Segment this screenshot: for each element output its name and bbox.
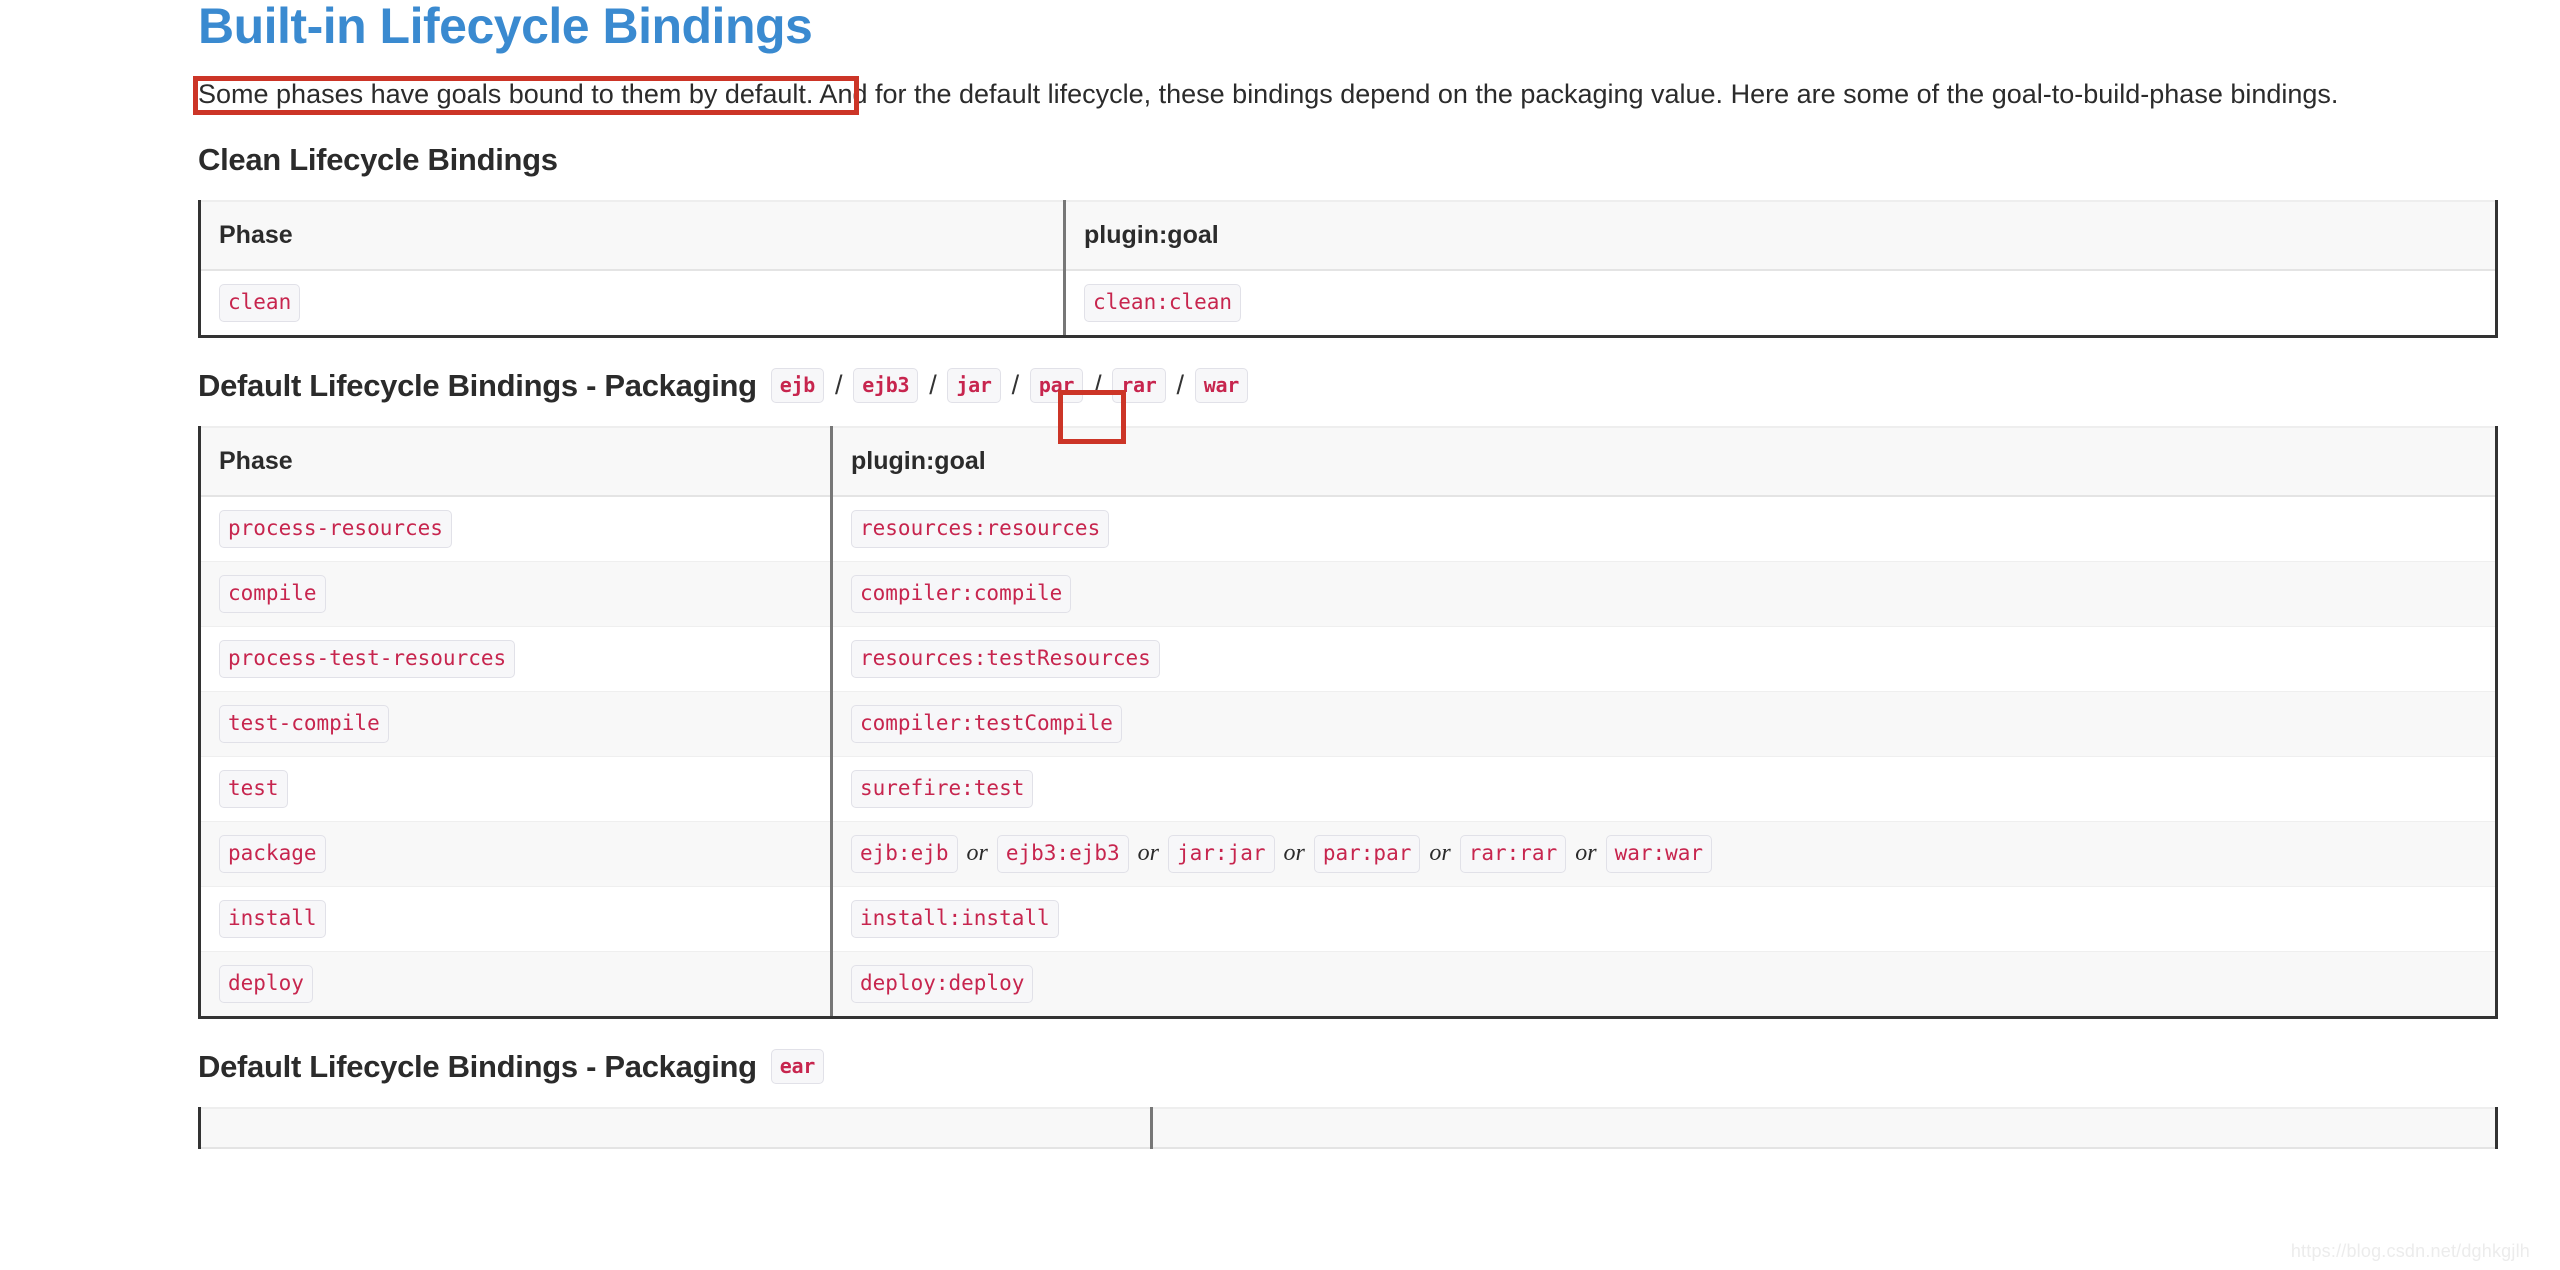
- phase-token-package[interactable]: package: [219, 834, 326, 873]
- table-row: test surefire:test: [198, 755, 2498, 822]
- packaging-token-par[interactable]: par: [1029, 368, 1084, 404]
- cell-plugin-goal: resources:resources: [830, 495, 2498, 562]
- packaging-token-rar[interactable]: rar: [1112, 368, 1166, 404]
- packaging-separator: /: [929, 370, 937, 401]
- goal-token-resources-testResources[interactable]: resources:testResources: [851, 639, 1160, 678]
- cell-phase: test: [198, 755, 832, 822]
- phase-token-process-resources[interactable]: process-resources: [219, 509, 452, 548]
- intro-rest-text: And for the default lifecycle, these bin…: [813, 78, 2339, 109]
- column-header-phase: [198, 1106, 1152, 1149]
- clean-heading-text: Clean Lifecycle Bindings: [198, 141, 558, 177]
- cell-plugin-goal: resources:testResources: [830, 625, 2498, 692]
- table-row: test-compile compiler:testCompile: [198, 690, 2498, 757]
- goal-token-surefire-test[interactable]: surefire:test: [851, 769, 1034, 808]
- intro-highlighted-text: Some phases have goals bound to them by …: [198, 78, 814, 109]
- column-header-phase: Phase: [198, 425, 832, 497]
- phase-token-test[interactable]: test: [219, 769, 288, 808]
- cell-phase: compile: [198, 560, 832, 627]
- intro-paragraph: Some phases have goals bound to them by …: [198, 53, 2500, 112]
- goal-token-par-par[interactable]: par:par: [1313, 834, 1421, 873]
- table-row: compile compiler:compile: [198, 560, 2498, 627]
- packaging-token-ejb3[interactable]: ejb3: [853, 368, 919, 404]
- column-header-plugin-goal: plugin:goal: [1063, 199, 2498, 271]
- page-title: Built-in Lifecycle Bindings: [198, 0, 813, 54]
- goal-token-deploy-deploy[interactable]: deploy:deploy: [851, 964, 1034, 1003]
- watermark-text: https://blog.csdn.net/dghkgjlh: [2290, 1241, 2530, 1261]
- goal-token-clean-clean[interactable]: clean:clean: [1084, 283, 1242, 322]
- phase-token-deploy[interactable]: deploy: [219, 964, 313, 1003]
- goal-token-ejb3-ejb3[interactable]: ejb3:ejb3: [996, 834, 1129, 873]
- cell-phase: process-resources: [198, 495, 832, 562]
- packaging-token-war[interactable]: war: [1194, 368, 1248, 404]
- phase-token-clean[interactable]: clean: [219, 283, 301, 322]
- packaging-type-list-ear: ear: [770, 1049, 825, 1085]
- document-page: Built-in Lifecycle Bindings Some phases …: [0, 0, 2560, 1270]
- table-row: process-test-resources resources:testReso…: [198, 625, 2498, 692]
- packaging-token-ear[interactable]: ear: [770, 1049, 825, 1085]
- goal-token-rar-rar[interactable]: rar:rar: [1459, 834, 1567, 873]
- column-header-plugin-goal: [1150, 1106, 2498, 1149]
- goal-or-separator: or: [1429, 840, 1451, 867]
- goal-token-compiler-compile[interactable]: compiler:compile: [851, 574, 1072, 613]
- table-header-row: Phase plugin:goal: [198, 199, 2498, 271]
- packaging-separator: /: [1011, 370, 1020, 401]
- phase-token-process-test-resources[interactable]: process-test-resources: [219, 639, 516, 678]
- table-row: package ejb:ejb or ejb3:ejb3 or jar:jar or par:…: [198, 820, 2498, 887]
- default-heading-text: Default Lifecycle Bindings - Packaging: [198, 367, 757, 403]
- table-row: process-resources resources:resources: [198, 495, 2498, 562]
- clean-bindings-table: Phase plugin:goal clean clean:clean: [198, 199, 2498, 338]
- cell-plugin-goal: compiler:compile: [830, 560, 2498, 627]
- goal-or-separator: or: [966, 840, 988, 867]
- ear-section-heading: Default Lifecycle Bindings - Packaging e…: [198, 1019, 2500, 1085]
- column-header-plugin-goal: plugin:goal: [830, 425, 2498, 497]
- default-section-heading: Default Lifecycle Bindings - Packaging e…: [198, 338, 2500, 404]
- cell-plugin-goal: install:install: [830, 885, 2498, 952]
- goal-token-ejb-ejb[interactable]: ejb:ejb: [851, 834, 958, 873]
- packaging-token-ejb[interactable]: ejb: [770, 368, 825, 404]
- packaging-separator: /: [835, 370, 843, 401]
- cell-plugin-goal: ejb:ejb or ejb3:ejb3 or jar:jar or par:par or ra…: [830, 820, 2498, 887]
- table-header-row: [198, 1106, 2498, 1149]
- phase-token-test-compile[interactable]: test-compile: [219, 704, 389, 743]
- cell-phase: test-compile: [198, 690, 832, 757]
- goal-token-install-install[interactable]: install:install: [851, 899, 1059, 938]
- goal-token-compiler-testCompile[interactable]: compiler:testCompile: [851, 704, 1122, 743]
- phase-token-compile[interactable]: compile: [219, 574, 326, 613]
- table-header-row: Phase plugin:goal: [198, 425, 2498, 497]
- goal-token-war-war[interactable]: war:war: [1605, 834, 1713, 873]
- ear-heading-text: Default Lifecycle Bindings - Packaging: [198, 1048, 757, 1084]
- table-row: clean clean:clean: [198, 269, 2498, 338]
- clean-section-heading: Clean Lifecycle Bindings: [198, 112, 2500, 178]
- cell-phase: deploy: [198, 950, 832, 1019]
- table-row: deploy deploy:deploy: [198, 950, 2498, 1019]
- goal-or-separator: or: [1137, 840, 1159, 867]
- cell-phase: install: [198, 885, 832, 952]
- ear-bindings-table: [198, 1106, 2498, 1149]
- cell-phase: clean: [198, 269, 1065, 338]
- cell-phase: process-test-resources: [198, 625, 832, 692]
- cell-plugin-goal: surefire:test: [830, 755, 2498, 822]
- packaging-separator: /: [1176, 370, 1185, 401]
- goal-token-jar-jar[interactable]: jar:jar: [1168, 834, 1275, 873]
- phase-token-install[interactable]: install: [219, 899, 326, 938]
- goal-token-resources-resources[interactable]: resources:resources: [851, 509, 1110, 548]
- cell-plugin-goal: deploy:deploy: [830, 950, 2498, 1019]
- cell-plugin-goal: clean:clean: [1063, 269, 2498, 338]
- packaging-token-jar[interactable]: jar: [947, 368, 1001, 404]
- table-row: install install:install: [198, 885, 2498, 952]
- goal-or-separator: or: [1575, 840, 1597, 867]
- default-bindings-table: Phase plugin:goal process-resources resou…: [198, 425, 2498, 1019]
- goal-or-separator: or: [1283, 840, 1305, 867]
- cell-plugin-goal: compiler:testCompile: [830, 690, 2498, 757]
- column-header-phase: Phase: [198, 199, 1065, 271]
- packaging-type-list: ejb / ejb3 / jar / par / rar / war: [770, 368, 1248, 404]
- packaging-separator: /: [1094, 370, 1102, 401]
- cell-phase: package: [198, 820, 832, 887]
